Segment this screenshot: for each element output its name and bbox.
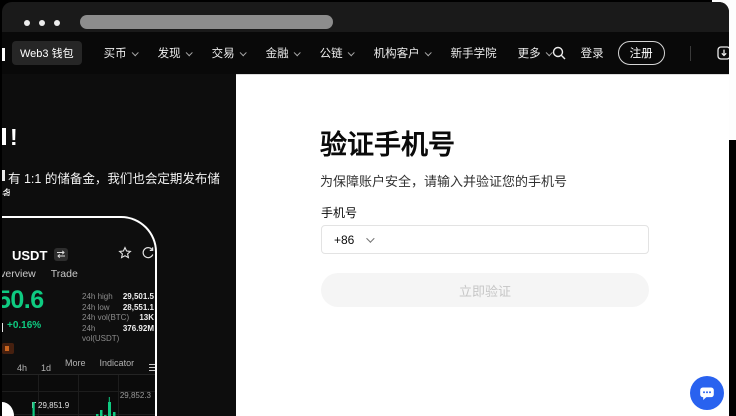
page-subtitle: 为保障账户安全，请输入并验证您的手机号: [320, 171, 567, 190]
stat-row: 24h low 28,551.1: [82, 303, 154, 314]
interval-4h[interactable]: 4h: [17, 363, 27, 373]
stat-row: 24h vol(USDT) 376.92M: [82, 324, 154, 345]
interval-1d[interactable]: 1d: [41, 363, 51, 373]
tab-overview[interactable]: Overview: [2, 268, 36, 280]
verify-now-button[interactable]: 立即验证: [321, 273, 649, 307]
chevron-down-icon: [131, 49, 138, 56]
promo-text: 有 1:1 的储备金，我们也会定期发布储: [8, 168, 220, 187]
ticker-stats: 24h high 29,501.5 24h low 28,551.1 24h v…: [82, 292, 154, 345]
nav-item-more[interactable]: 更多: [518, 45, 551, 61]
phone-input[interactable]: +86: [321, 225, 649, 254]
chevron-down-icon: [424, 49, 431, 56]
window-controls[interactable]: [24, 20, 60, 26]
clipped-glyph: [2, 323, 3, 332]
refresh-icon[interactable]: [141, 246, 155, 265]
window-control-dot[interactable]: [39, 20, 45, 26]
candlestick-chart[interactable]: 29,852.3 29,851.9: [2, 374, 157, 416]
search-icon[interactable]: [551, 45, 567, 61]
swap-icon[interactable]: [54, 248, 68, 261]
chevron-down-icon: [293, 49, 300, 56]
stat-row: 24h high 29,501.5: [82, 292, 154, 303]
nav-item-discover[interactable]: 发现: [158, 45, 191, 61]
chat-icon: [697, 383, 717, 403]
widget-tabs: Overview Trade: [2, 268, 78, 280]
main-row: ! 有 1:1 的储备金，我们也会定期发布储 备 USDT: [2, 74, 729, 416]
candle-settings-icon[interactable]: [148, 362, 157, 375]
country-code-selector[interactable]: +86: [334, 233, 354, 247]
hot-badge: [2, 343, 14, 354]
window-control-dot[interactable]: [24, 20, 30, 26]
promo-heading: !: [10, 124, 18, 151]
stat-row: 24h vol(BTC) 13K: [82, 313, 154, 324]
nav-items: 买币 发现 交易 金融 公链 机构客户 新手学院 更多: [104, 45, 551, 61]
chevron-down-icon: [239, 49, 246, 56]
edge-sliver: [2, 48, 5, 61]
titlebar: [2, 2, 729, 32]
nav-right: 登录 注册: [551, 41, 729, 65]
tab-trade[interactable]: Trade: [51, 268, 78, 280]
navbar: Web3 钱包 买币 发现 交易 金融 公链 机构客户 新手学院 更多 登录 注…: [2, 32, 729, 74]
window-control-dot[interactable]: [54, 20, 60, 26]
nav-item-trade[interactable]: 交易: [212, 45, 245, 61]
divider: [690, 46, 691, 61]
address-bar[interactable]: [80, 15, 333, 29]
nav-item-buy[interactable]: 买币: [104, 45, 137, 61]
login-link[interactable]: 登录: [581, 45, 604, 61]
main-content: 验证手机号 为保障账户安全，请输入并验证您的手机号 手机号 +86 立即验证: [236, 74, 729, 416]
browser-window: Web3 钱包 买币 发现 交易 金融 公链 机构客户 新手学院 更多 登录 注…: [2, 2, 729, 416]
web3-wallet-tab[interactable]: Web3 钱包: [12, 41, 82, 65]
phone-field-label: 手机号: [321, 204, 357, 221]
nav-item-academy[interactable]: 新手学院: [451, 45, 497, 61]
register-button[interactable]: 注册: [618, 41, 665, 65]
promo-text-clipped: 备: [2, 184, 10, 196]
chevron-down-icon: [185, 49, 192, 56]
nav-item-finance[interactable]: 金融: [266, 45, 299, 61]
pair-name[interactable]: USDT: [12, 248, 47, 263]
download-icon[interactable]: [716, 45, 729, 61]
nav-item-institutional[interactable]: 机构客户: [374, 45, 430, 61]
price-value: 50.6: [2, 286, 44, 315]
clipped-glyph: [2, 128, 6, 145]
nav-item-chain[interactable]: 公链: [320, 45, 353, 61]
chevron-down-icon: [347, 49, 354, 56]
candles: [2, 375, 157, 416]
chevron-down-icon: [367, 234, 375, 242]
ticker-widget: USDT: [2, 216, 157, 416]
page-title: 验证手机号: [320, 123, 455, 162]
star-icon[interactable]: [118, 246, 132, 265]
promo-panel: ! 有 1:1 的储备金，我们也会定期发布储 备 USDT: [2, 74, 236, 416]
clipped-glyph: [2, 170, 5, 181]
chat-support-button[interactable]: [690, 376, 724, 410]
price-change: +0.16%: [7, 320, 41, 331]
